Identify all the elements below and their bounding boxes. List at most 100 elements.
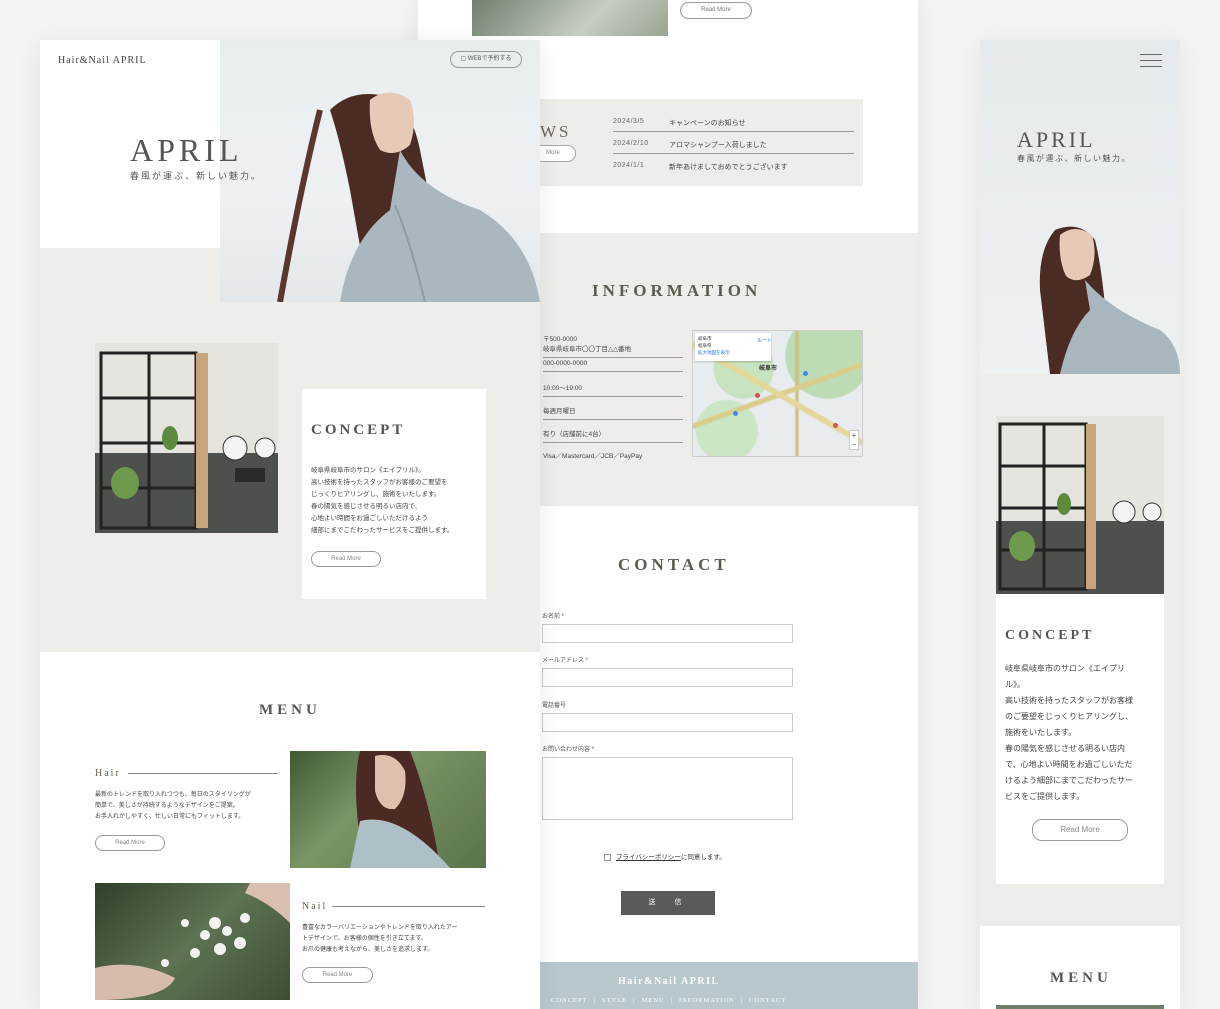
mobile-concept-line: で、心地よい時間をお過ごしいただ (1005, 760, 1133, 769)
footer-separator: | (740, 997, 744, 1004)
footer-nav-style[interactable]: STYLE (602, 997, 627, 1004)
nail-line: トデザインで、お客様の個性を引き立てます。 (302, 936, 427, 942)
mobile-concept-line: ビスをご提供します。 (1005, 792, 1085, 801)
footer-nav-menu[interactable]: MENU (641, 997, 664, 1004)
submit-button[interactable]: 送 信 (621, 891, 715, 915)
shelf-illustration (95, 343, 278, 533)
news-text: アロマシャンプー入荷しました (669, 142, 767, 149)
mobile-salon-interior-photo (996, 416, 1164, 594)
mobile-concept-line: 高い技術を持ったスタッフがお客様 (1005, 696, 1133, 705)
mobile-concept-line: ル》。 (1005, 680, 1025, 689)
mobile-concept-line: のご要望をじっくりヒアリングし、 (1005, 712, 1133, 721)
mobile-menu-title: MENU (1050, 970, 1112, 986)
info-phone: 000-0000-0000 (543, 360, 683, 372)
news-item[interactable]: 2024/3/5 キャンペーンのお知らせ (613, 110, 854, 132)
news-title: WS (540, 122, 572, 141)
news-text: 新年あけましておめでとうございます (669, 164, 788, 171)
nail-read-more-button[interactable]: Read More (302, 967, 373, 983)
map-zoom-in-button[interactable]: + (850, 431, 858, 440)
privacy-policy-link[interactable]: プライバシーポリシー (616, 854, 681, 861)
nail-text: 豊富なカラーバリエーションやトレンドを取り入れたアー トデザインで、お客様の個性… (302, 923, 457, 956)
mobile-concept-line: 岐阜県岐阜市のサロン《エイプリ (1005, 664, 1125, 673)
map-zoom-control[interactable]: + − (849, 430, 859, 450)
calendar-icon: ▢ (460, 56, 468, 62)
nail-title: Nail (302, 901, 328, 912)
hamburger-menu-icon[interactable] (1140, 54, 1162, 68)
web-reserve-button[interactable]: ▢ WEBで予約する (450, 51, 522, 68)
footer-nav-concept[interactable]: CONCEPT (551, 997, 588, 1004)
hero-title: APRIL (130, 132, 243, 168)
brand-logo[interactable]: Hair&Nail APRIL (58, 55, 147, 66)
news-date: 2024/2/10 (613, 140, 649, 147)
hair-read-more-button[interactable]: Read More (95, 835, 165, 851)
concept-line: じっくりヒアリングし、施術をいたします。 (311, 491, 441, 498)
hair-text: 最新のトレンドを取り入れつつも、毎日のスタイリングが 簡単で、美しさが持続するよ… (95, 790, 251, 823)
privacy-suffix: に同意します。 (680, 854, 726, 861)
hair-line: 簡単で、美しさが持続するようなデザインをご提案。 (95, 803, 239, 809)
nail-photo (95, 883, 290, 1000)
concept-title: CONCEPT (311, 422, 406, 438)
desktop-page-preview: Hair&Nail APRIL ▢ WEBで予約する APRIL 春風が運ぶ、新… (40, 40, 540, 1009)
mobile-hero-woman-illustration (1039, 226, 1180, 374)
news-item[interactable]: 2024/2/10 アロマシャンプー入荷しました (613, 132, 854, 154)
google-map[interactable]: 岐阜市 岐阜県 拡大地図を表示 ルート 岐阜市 + − (692, 330, 863, 457)
mobile-hero (980, 40, 1180, 374)
hero-woman-illustration (277, 92, 540, 302)
privacy-consent: プライバシーポリシーに同意します。 (604, 851, 726, 861)
footer-separator: | (670, 997, 673, 1004)
footer-separator: | (633, 997, 636, 1004)
concept-line: 高い技術を持ったスタッフがお客様のご要望を (311, 479, 448, 486)
web-reserve-label: WEBで予約する (467, 56, 512, 62)
style-photo (472, 0, 668, 36)
mobile-concept-title: CONCEPT (1005, 628, 1095, 643)
name-input[interactable] (542, 624, 793, 643)
mobile-hero-title: APRIL (1017, 127, 1096, 152)
mobile-concept-read-more-button[interactable]: Read More (1032, 819, 1128, 841)
concept-line: 春の陽気を感じさせる明るい店内で、 (311, 503, 422, 510)
map-route-link[interactable]: ルート (757, 337, 772, 344)
email-input[interactable] (542, 668, 793, 687)
mobile-hero-subtitle: 春風が運ぶ、新しい魅力。 (1017, 154, 1131, 163)
info-closed: 毎週月曜日 (543, 405, 683, 420)
email-label: メールアドレス * (542, 658, 589, 664)
map-enlarge-link[interactable]: 拡大地図を表示 (698, 350, 768, 357)
footer-separator: | (593, 997, 596, 1004)
mobile-concept-text: 岐阜県岐阜市のサロン《エイプリ ル》。 高い技術を持ったスタッフがお客様 のご要… (1005, 661, 1133, 805)
map-pin (733, 411, 738, 416)
concept-read-more-button[interactable]: Read More (311, 551, 381, 567)
message-textarea[interactable] (542, 757, 793, 820)
map-pin (755, 393, 760, 398)
map-pin (833, 423, 838, 428)
mobile-concept-line: 施術をいたします。 (1005, 728, 1077, 737)
information-title: INFORMATION (592, 281, 762, 300)
phone-label: 電話番号 (542, 703, 567, 709)
footer-nav-contact[interactable]: CONTACT (749, 997, 786, 1004)
privacy-checkbox[interactable] (604, 853, 611, 861)
info-address-text: 岐阜県岐阜市〇〇丁目△△番地 (543, 346, 631, 353)
map-pin (803, 371, 808, 376)
concept-line: 心地よい時間をお過ごしいただけるよう (311, 515, 428, 522)
news-date: 2024/3/5 (613, 118, 645, 125)
hero-image (220, 40, 540, 302)
salon-interior-photo (95, 343, 278, 533)
hair-divider (128, 773, 278, 774)
mobile-menu-photo-edge (996, 1005, 1164, 1009)
hair-line: 最新のトレンドを取り入れつつも、毎日のスタイリングが (95, 792, 251, 798)
news-item[interactable]: 2024/1/1 新年あけましておめでとうございます (613, 154, 854, 176)
phone-input[interactable] (542, 713, 793, 732)
nail-line: お爪の健康も考えながら、美しさを追求します。 (302, 947, 434, 953)
style-read-more-button[interactable]: Read More (680, 2, 752, 19)
hero-subtitle: 春風が運ぶ、新しい魅力。 (130, 171, 263, 181)
concept-line: 岐阜県岐阜市のサロン《エイプリル》。 (311, 467, 425, 474)
footer-nav-information[interactable]: INFORMATION (679, 997, 735, 1004)
info-address: 〒500-0000 岐阜県岐阜市〇〇丁目△△番地 (543, 333, 683, 358)
news-text: キャンペーンのお知らせ (669, 120, 746, 127)
map-zoom-out-button[interactable]: − (850, 440, 858, 449)
hair-title: Hair (95, 768, 121, 779)
hair-line: お手入れがしやすく、忙しい日常にもフィットします。 (95, 814, 245, 820)
footer-brand: Hair&Nail APRIL (618, 976, 720, 987)
info-hours: 10:00〜19:00 (543, 382, 683, 397)
footer-nav: CONCEPT | STYLE | MENU | INFORMATION | CONTACT (548, 997, 789, 1004)
message-label: お問い合わせ内容 * (542, 747, 595, 753)
hair-photo (290, 751, 486, 868)
